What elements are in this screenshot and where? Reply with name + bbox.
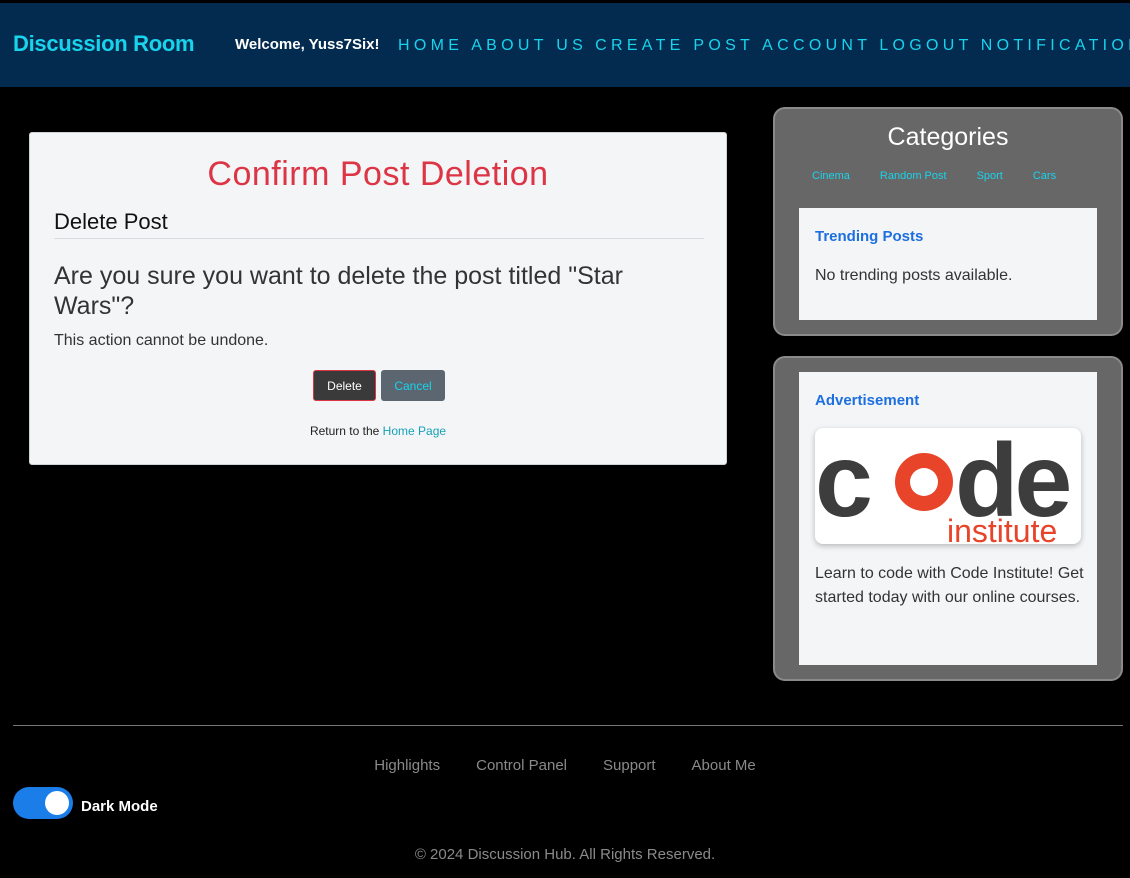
category-cars[interactable]: Cars <box>1033 170 1056 182</box>
category-sport[interactable]: Sport <box>977 170 1003 182</box>
welcome-text: Welcome, Yuss7Six! <box>235 36 380 53</box>
svg-text:c: c <box>815 428 870 539</box>
brand-link[interactable]: Discussion Room <box>13 31 195 57</box>
category-cinema[interactable]: Cinema <box>812 170 850 182</box>
advertisement-text: Learn to code with Code Institute! Get s… <box>815 565 1084 606</box>
section-heading: Delete Post <box>54 209 168 234</box>
dark-mode-toggle[interactable] <box>13 787 73 819</box>
confirm-question: Are you sure you want to delete the post… <box>54 262 623 320</box>
return-prefix: Return to the <box>309 424 380 438</box>
home-page-link[interactable]: Home Page <box>383 424 446 438</box>
delete-confirm-card: Confirm Post Deletion Delete Post Are yo… <box>29 132 727 465</box>
nav-link-account[interactable]: ACCOUNT <box>762 37 871 55</box>
toggle-knob <box>45 791 69 815</box>
nav-link-notifications[interactable]: NOTIFICATIONS <box>981 37 1130 55</box>
code-institute-logo[interactable]: c de institute <box>815 428 1081 544</box>
category-links: Cinema Random Post Sport Cars <box>812 170 1086 182</box>
advertisement-title: Advertisement <box>815 392 920 409</box>
nav-link-create-post[interactable]: CREATE POST <box>595 37 754 55</box>
nav-link-logout[interactable]: LOGOUT <box>879 37 972 55</box>
footer-link-about-me[interactable]: About Me <box>692 757 756 774</box>
navbar: Discussion Room Welcome, Yuss7Six! HOME … <box>0 3 1130 87</box>
svg-text:institute: institute <box>947 513 1057 544</box>
advertisement-box: Advertisement c de institute Learn to co… <box>799 372 1097 665</box>
page-title: Confirm Post Deletion <box>207 155 549 193</box>
footer-divider <box>13 725 1123 726</box>
nav-link-home[interactable]: HOME <box>398 37 463 55</box>
trending-posts-box: Trending Posts No trending posts availab… <box>799 208 1097 320</box>
category-random-post[interactable]: Random Post <box>880 170 947 182</box>
footer-link-control-panel[interactable]: Control Panel <box>476 757 567 774</box>
return-text: Return to the Home Page <box>30 424 726 438</box>
delete-button[interactable]: Delete <box>313 370 376 401</box>
trending-title: Trending Posts <box>815 228 924 245</box>
action-buttons: Delete Cancel <box>313 370 445 401</box>
trending-empty-text: No trending posts available. <box>815 267 1013 284</box>
divider <box>54 238 704 239</box>
cancel-button[interactable]: Cancel <box>381 370 445 401</box>
footer-links: Highlights Control Panel Support About M… <box>0 757 1130 774</box>
categories-title: Categories <box>887 123 1009 151</box>
categories-panel: Categories Cinema Random Post Sport Cars… <box>773 107 1123 336</box>
footer-link-highlights[interactable]: Highlights <box>374 757 440 774</box>
warning-text: This action cannot be undone. <box>54 332 269 349</box>
nav-link-about-us[interactable]: ABOUT US <box>471 37 587 55</box>
advertisement-panel: Advertisement c de institute Learn to co… <box>773 356 1123 681</box>
nav-links: HOME ABOUT US CREATE POST ACCOUNT LOGOUT… <box>398 37 1130 55</box>
footer-link-support[interactable]: Support <box>603 757 656 774</box>
dark-mode-label: Dark Mode <box>81 798 158 815</box>
copyright-text: © 2024 Discussion Hub. All Rights Reserv… <box>414 846 716 863</box>
